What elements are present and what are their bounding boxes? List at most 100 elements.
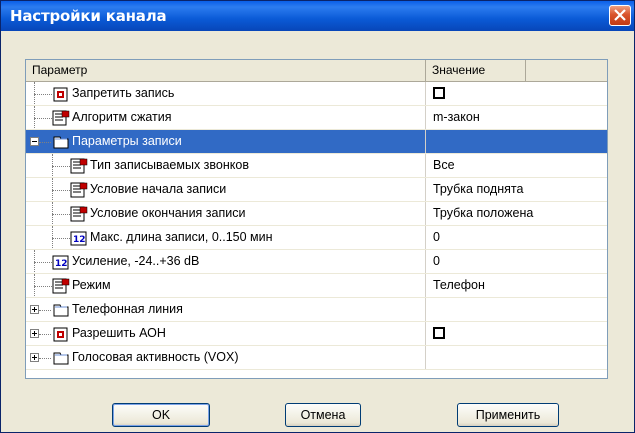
tree-row-value-cell[interactable] (426, 322, 607, 346)
tree-row-label: Алгоритм сжатия (72, 110, 172, 124)
tree-row-label: Разрешить АОН (72, 326, 166, 340)
tree-row-value-cell[interactable]: Все (426, 154, 607, 178)
tree-connector (52, 238, 70, 240)
tree-row[interactable]: Разрешить АОН (26, 322, 607, 346)
checkbox[interactable] (433, 87, 445, 99)
tree-row-value-cell[interactable] (426, 130, 607, 154)
svg-text:12: 12 (55, 259, 68, 269)
expand-icon[interactable] (30, 353, 39, 362)
tree-row-value: m-закон (433, 110, 480, 124)
red-flag-icon (53, 87, 68, 102)
tree-row-value: Трубка положена (433, 206, 534, 220)
collapse-icon[interactable] (30, 137, 39, 146)
column-header-value[interactable]: Значение (426, 60, 526, 81)
ok-button[interactable]: OK (112, 403, 210, 427)
window-title: Настройки канала (10, 7, 167, 25)
close-icon (614, 9, 626, 21)
tree-row[interactable]: Голосовая активность (VOX) (26, 346, 607, 370)
tree-row-value-cell[interactable]: Трубка положена (426, 202, 607, 226)
list-icon (52, 110, 70, 126)
tree-row[interactable]: Условие окончания записи Трубка положена (26, 202, 607, 226)
tree-row[interactable]: Режим Телефон (26, 274, 607, 298)
row-divider (26, 369, 607, 370)
title-bar[interactable]: Настройки канала (1, 1, 634, 31)
number-icon: 12 (70, 231, 87, 246)
tree-row[interactable]: Запретить запись (26, 82, 607, 106)
list-icon (70, 182, 88, 198)
tree-row[interactable]: Телефонная линия (26, 298, 607, 322)
tree-row-value-cell[interactable]: 0 (426, 226, 607, 250)
tree-row-value-cell[interactable] (426, 82, 607, 106)
tree-row-value: Трубка поднята (433, 182, 524, 196)
tree-row-value-cell[interactable]: Телефон (426, 274, 607, 298)
tree-connector (39, 358, 51, 360)
tree-row-value-cell[interactable]: m-закон (426, 106, 607, 130)
svg-text:12: 12 (73, 235, 86, 245)
cancel-button-label: Отмена (300, 408, 346, 422)
list-icon (70, 158, 88, 174)
tree-row[interactable]: 12 Усиление, -24..+36 dB 0 (26, 250, 607, 274)
tree-connector (39, 334, 51, 336)
expand-icon[interactable] (30, 329, 39, 338)
tree-row-value: Телефон (433, 278, 485, 292)
tree-connector (39, 310, 51, 312)
column-header-param[interactable]: Параметр (28, 60, 426, 81)
tree-row[interactable]: Тип записываемых звонков Все (26, 154, 607, 178)
tree-row-value-cell[interactable] (426, 298, 607, 322)
tree-row-label: Режим (72, 278, 111, 292)
apply-button-label: Применить (475, 408, 541, 422)
tree-row-label: Условие начала записи (90, 182, 227, 196)
tree-row-label: Макс. длина записи, 0..150 мин (90, 230, 273, 244)
tree-connector (34, 94, 52, 96)
folder-icon (53, 352, 69, 365)
tree-row[interactable]: 12 Макс. длина записи, 0..150 мин 0 (26, 226, 607, 250)
tree-row-label: Запретить запись (72, 86, 175, 100)
tree-row-name-cell: Тип записываемых звонков (26, 154, 426, 178)
tree-row-name-cell: Телефонная линия (26, 298, 426, 322)
tree-row-name-cell: 12 Усиление, -24..+36 dB (26, 250, 426, 274)
tree-row-name-cell: Алгоритм сжатия (26, 106, 426, 130)
tree-row-label: Усиление, -24..+36 dB (72, 254, 200, 268)
close-button[interactable] (609, 5, 631, 26)
tree-row-value-cell[interactable]: 0 (426, 250, 607, 274)
cancel-button[interactable]: Отмена (285, 403, 361, 427)
list-icon (70, 206, 88, 222)
tree-row-name-cell: Условие окончания записи (26, 202, 426, 226)
settings-tree[interactable]: Параметр Значение Запретить запись Алгори… (25, 59, 608, 379)
tree-row-name-cell: Разрешить АОН (26, 322, 426, 346)
red-flag-icon (53, 327, 68, 342)
tree-row-value: 0 (433, 230, 440, 244)
tree-connector (34, 262, 52, 264)
tree-row[interactable]: Условие начала записи Трубка поднята (26, 178, 607, 202)
checkbox[interactable] (433, 327, 445, 339)
tree-connector (34, 286, 52, 288)
tree-row-value: Все (433, 158, 455, 172)
tree-row-name-cell: Режим (26, 274, 426, 298)
expand-icon[interactable] (30, 305, 39, 314)
tree-row-name-cell: Параметры записи (26, 130, 426, 154)
tree-row-name-cell: Запретить запись (26, 82, 426, 106)
tree-connector (52, 166, 70, 168)
tree-row-label: Телефонная линия (72, 302, 183, 316)
tree-row[interactable]: Параметры записи (26, 130, 607, 154)
tree-row-name-cell: Условие начала записи (26, 178, 426, 202)
tree-row[interactable]: Алгоритм сжатия m-закон (26, 106, 607, 130)
tree-row-label: Параметры записи (72, 134, 182, 148)
tree-row-label: Голосовая активность (VOX) (72, 350, 239, 364)
tree-row-label: Условие окончания записи (90, 206, 246, 220)
tree-connector (39, 142, 51, 144)
tree-row-value-cell[interactable] (426, 346, 607, 370)
tree-header: Параметр Значение (26, 60, 607, 82)
tree-row-name-cell: 12 Макс. длина записи, 0..150 мин (26, 226, 426, 250)
apply-button[interactable]: Применить (457, 403, 559, 427)
folder-icon (53, 304, 69, 317)
number-icon: 12 (52, 255, 69, 270)
tree-row-value: 0 (433, 254, 440, 268)
tree-row-label: Тип записываемых звонков (90, 158, 249, 172)
tree-connector (34, 118, 52, 120)
tree-connector (52, 214, 70, 216)
ok-button-label: OK (151, 408, 171, 422)
tree-row-value-cell[interactable]: Трубка поднята (426, 178, 607, 202)
tree-row-name-cell: Голосовая активность (VOX) (26, 346, 426, 370)
folder-icon (53, 136, 69, 149)
